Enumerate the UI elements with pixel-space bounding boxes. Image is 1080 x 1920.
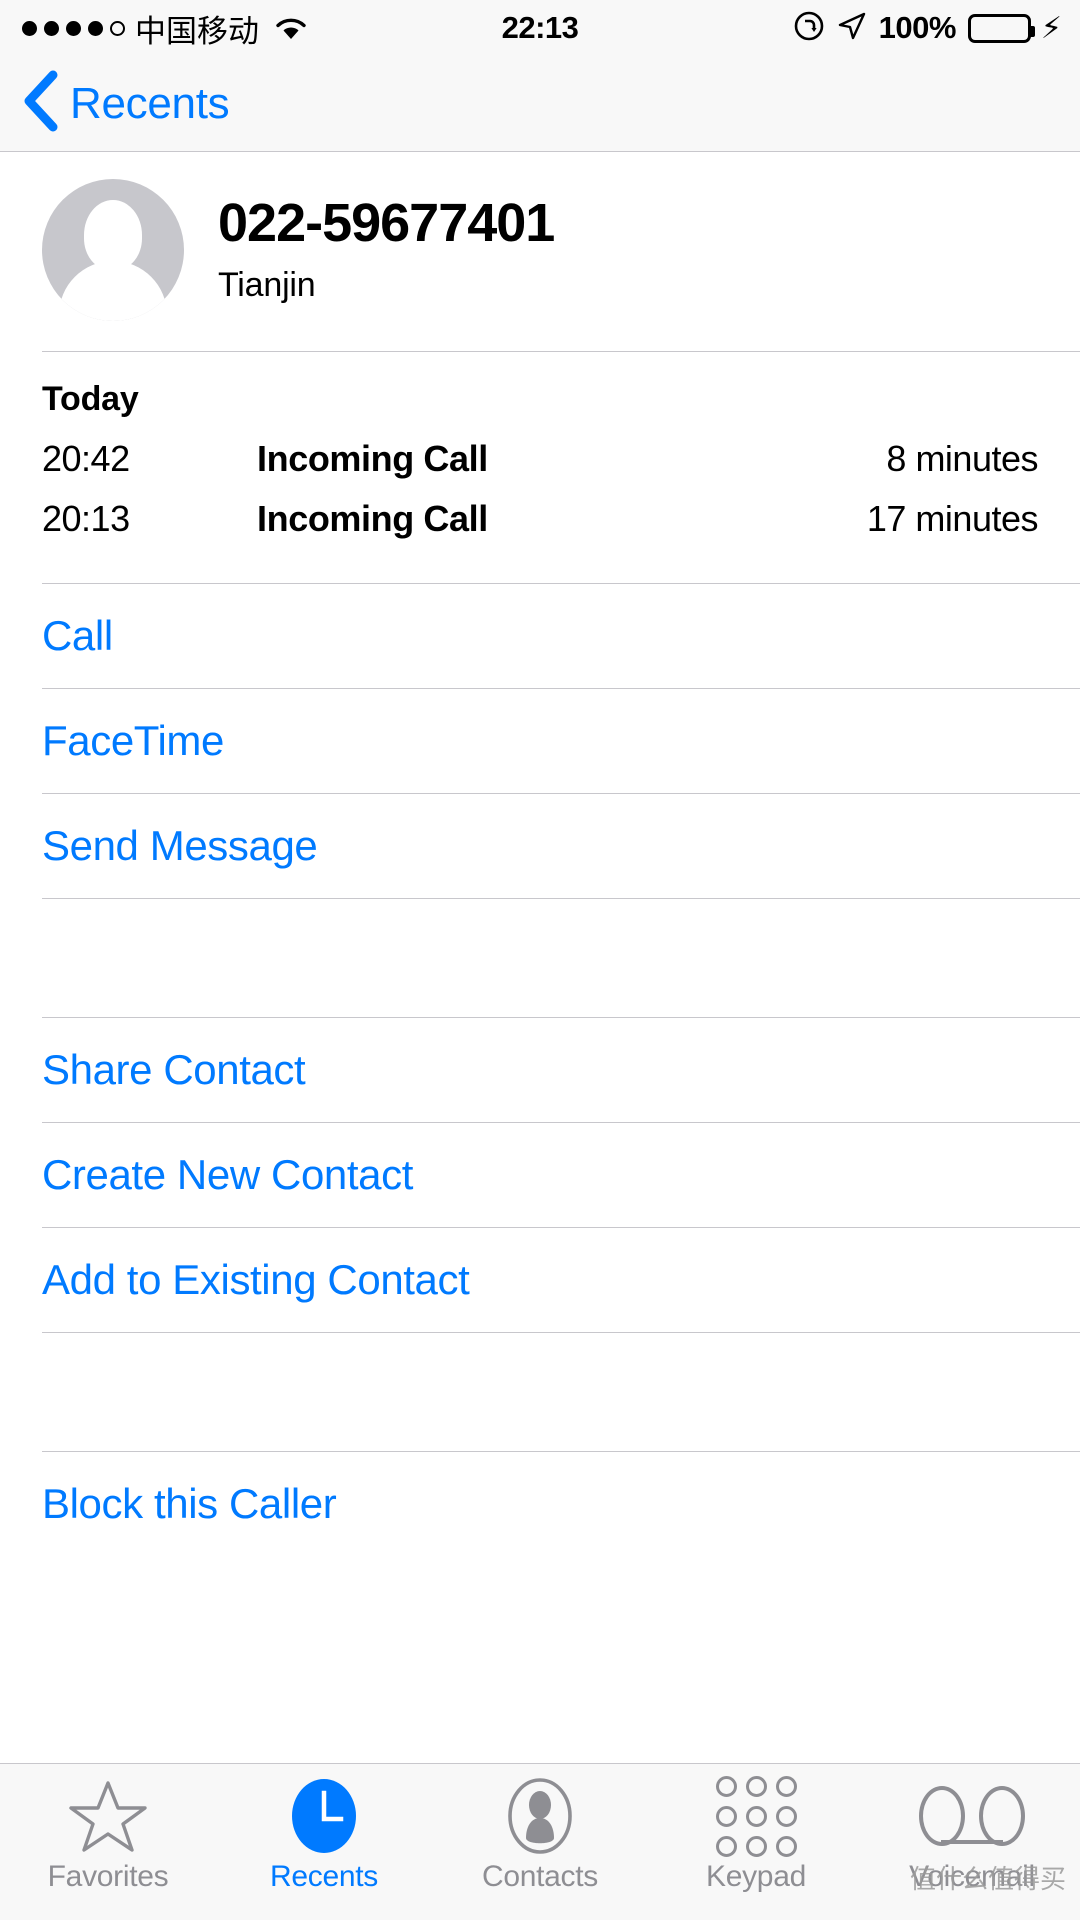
call-type: Incoming Call [257, 498, 488, 539]
tab-bar: Favorites Recents Contacts Keypad Voicem… [0, 1763, 1080, 1920]
call-action-label: Call [42, 612, 113, 659]
send-message-action-button[interactable]: Send Message [0, 794, 1080, 898]
status-bar-right: 100% ⚡ [793, 10, 1062, 47]
star-outline-icon [69, 1778, 147, 1854]
tab-contacts[interactable]: Contacts [432, 1764, 648, 1894]
tab-voicemail[interactable]: Voicemail [864, 1764, 1080, 1894]
voicemail-icon [919, 1778, 1025, 1854]
tab-keypad[interactable]: Keypad [648, 1764, 864, 1894]
call-duration: 17 minutes [866, 498, 1039, 539]
share-contact-action-button[interactable]: Share Contact [0, 1018, 1080, 1122]
tab-recents-label: Recents [270, 1860, 378, 1893]
person-circle-icon [501, 1778, 579, 1854]
call-time: 20:13 [42, 498, 130, 539]
person-placeholder-avatar [42, 179, 184, 321]
block-this-caller-action-button[interactable]: Block this Caller [0, 1452, 1080, 1556]
tab-recents[interactable]: Recents [216, 1764, 432, 1894]
block-this-caller-action-label: Block this Caller [42, 1480, 337, 1527]
create-new-contact-action-label: Create New Contact [42, 1151, 413, 1198]
table-row: 20:13 Incoming Call 17 minutes [0, 489, 1080, 549]
battery-icon [967, 13, 1035, 43]
section-gap [0, 899, 1080, 1017]
table-row: 20:42 Incoming Call 8 minutes [0, 429, 1080, 489]
share-contact-action-label: Share Contact [42, 1046, 306, 1093]
tab-contacts-label: Contacts [482, 1860, 598, 1893]
chevron-left-icon [22, 70, 58, 137]
navigation-bar: Recents [0, 56, 1080, 152]
keypad-grid-icon [715, 1775, 797, 1857]
add-to-existing-contact-action-label: Add to Existing Contact [42, 1256, 470, 1303]
call-duration: 8 minutes [886, 438, 1038, 479]
tab-favorites[interactable]: Favorites [0, 1764, 216, 1894]
tab-voicemail-label: Voicemail [909, 1860, 1035, 1893]
content-scroll-area[interactable]: 022-59677401 Tianjin Today 20:42 Incomin… [0, 153, 1080, 1556]
battery-percent-label: 100% [878, 10, 957, 45]
status-bar: 中国移动 22:13 100% ⚡ [0, 0, 1080, 56]
call-action-button[interactable]: Call [0, 584, 1080, 688]
lightning-bolt-icon: ⚡ [1040, 11, 1062, 45]
section-gap [0, 1333, 1080, 1451]
rotation-lock-icon [793, 10, 825, 47]
contact-header-text: 022-59677401 Tianjin [218, 193, 555, 305]
facetime-action-label: FaceTime [42, 717, 224, 764]
call-type: Incoming Call [257, 438, 488, 479]
send-message-action-label: Send Message [42, 822, 318, 869]
facetime-action-button[interactable]: FaceTime [0, 689, 1080, 793]
tab-favorites-label: Favorites [47, 1860, 169, 1893]
tab-keypad-label: Keypad [706, 1860, 806, 1893]
call-history-section-header: Today [42, 380, 139, 418]
back-button[interactable]: Recents [22, 70, 230, 137]
add-to-existing-contact-action-button[interactable]: Add to Existing Contact [0, 1228, 1080, 1332]
contact-location: Tianjin [218, 265, 316, 304]
phone-contact-detail-screen: 中国移动 22:13 100% ⚡ Recents 022-59677401 T… [0, 0, 1080, 1920]
call-time: 20:42 [42, 438, 130, 479]
contact-header: 022-59677401 Tianjin [0, 153, 1080, 351]
contact-phone-number: 022-59677401 [218, 193, 555, 254]
clock-filled-icon [285, 1778, 363, 1854]
back-button-label: Recents [70, 78, 230, 128]
location-arrow-icon [837, 11, 867, 46]
create-new-contact-action-button[interactable]: Create New Contact [0, 1123, 1080, 1227]
